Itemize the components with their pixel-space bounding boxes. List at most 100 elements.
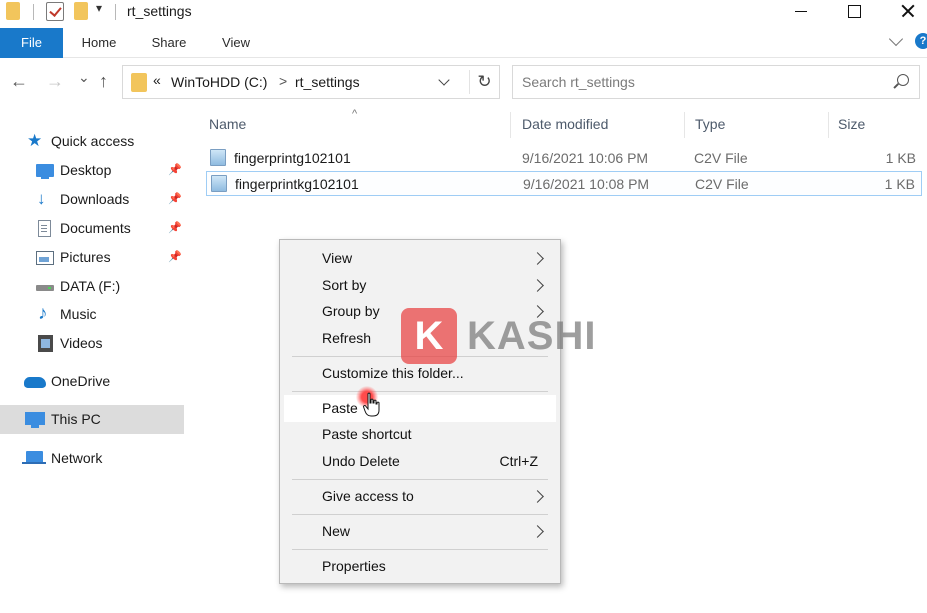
menu-item-paste-shortcut[interactable]: Paste shortcut [284, 421, 556, 448]
back-button[interactable]: ← [10, 72, 28, 90]
hand-cursor-icon [363, 392, 380, 417]
pin-icon[interactable]: 📌 [168, 251, 182, 263]
menu-item-paste[interactable]: Paste [284, 395, 556, 422]
menu-item-label: View [322, 250, 353, 266]
sidebar-item-label: Videos [60, 335, 103, 351]
sidebar-item-downloads[interactable]: ↓ Downloads 📌 [0, 185, 184, 214]
pc-icon [25, 412, 45, 428]
file-row[interactable]: fingerprintkg102101 9/16/2021 10:08 PM C… [206, 171, 922, 196]
sidebar-item-label: Network [51, 450, 103, 466]
menu-item-label: Properties [322, 558, 386, 574]
sidebar-item-desktop[interactable]: Desktop 📌 [0, 156, 184, 185]
column-divider[interactable] [510, 112, 511, 138]
c2v-file-icon [210, 149, 226, 166]
help-icon[interactable]: ? [915, 33, 927, 49]
search-icon[interactable] [897, 74, 909, 86]
column-header-date-modified[interactable]: Date modified [522, 116, 608, 132]
recent-locations-button[interactable]: ⌄ [78, 68, 90, 86]
menu-item-label: Undo Delete [322, 453, 400, 469]
new-folder-quick-icon[interactable] [74, 2, 88, 20]
close-button[interactable] [886, 0, 927, 27]
sidebar-item-label: Music [60, 306, 97, 322]
refresh-button[interactable]: ↻ [469, 70, 499, 94]
pin-icon[interactable]: 📌 [168, 193, 182, 205]
menu-separator [292, 514, 548, 515]
c2v-file-icon [211, 175, 227, 192]
menu-item-undo-delete[interactable]: Undo Delete Ctrl+Z [284, 448, 556, 475]
tab-view[interactable]: View [210, 28, 262, 58]
menu-separator [292, 549, 548, 550]
file-date-modified: 9/16/2021 10:06 PM [522, 150, 649, 166]
menu-item-sort-by[interactable]: Sort by [284, 272, 556, 299]
address-overflow[interactable]: « [153, 72, 161, 88]
column-divider[interactable] [684, 112, 685, 138]
menu-item-label: Refresh [322, 330, 372, 346]
search-box[interactable] [512, 65, 920, 99]
expand-ribbon-icon[interactable] [888, 31, 904, 47]
menu-item-view[interactable]: View [284, 245, 556, 272]
sidebar-item-pictures[interactable]: Pictures 📌 [0, 243, 184, 272]
menu-item-label: Paste shortcut [322, 426, 412, 442]
file-row[interactable]: fingerprintg102101 9/16/2021 10:06 PM C2… [206, 146, 922, 171]
breadcrumb-drive[interactable]: WinToHDD (C:) [171, 74, 267, 90]
sidebar-item-onedrive[interactable]: OneDrive [0, 367, 184, 396]
sidebar-item-network[interactable]: Network [0, 444, 184, 473]
sidebar-item-label: Documents [60, 220, 131, 236]
file-date-modified: 9/16/2021 10:08 PM [523, 176, 650, 192]
column-header-size[interactable]: Size [838, 116, 865, 132]
tab-file[interactable]: File [0, 28, 63, 58]
column-header-type[interactable]: Type [695, 116, 725, 132]
star-icon: ★ [27, 131, 43, 150]
tab-share[interactable]: Share [140, 28, 198, 58]
menu-item-new[interactable]: New [284, 518, 556, 545]
pin-icon[interactable]: 📌 [168, 164, 182, 176]
folder-icon [6, 2, 20, 20]
address-bar[interactable]: « WinToHDD (C:) > rt_settings ↻ [122, 65, 500, 99]
sidebar-item-data-drive[interactable]: DATA (F:) [0, 272, 184, 301]
search-input[interactable] [522, 72, 882, 92]
minimize-button[interactable] [777, 0, 823, 27]
sidebar-item-this-pc[interactable]: This PC [0, 405, 184, 434]
ribbon: File Home Share View [0, 28, 927, 58]
sidebar-item-label: Desktop [60, 162, 112, 178]
sidebar-item-quick-access[interactable]: ★ Quick access [0, 127, 184, 156]
sidebar-item-label: This PC [51, 411, 101, 427]
forward-button[interactable]: → [46, 72, 64, 90]
menu-item-shortcut: Ctrl+Z [499, 453, 539, 469]
address-dropdown-icon[interactable] [438, 74, 450, 86]
sidebar-item-videos[interactable]: Videos [0, 329, 184, 358]
download-icon: ↓ [37, 189, 46, 208]
documents-icon [38, 220, 51, 237]
maximize-button[interactable] [831, 0, 877, 27]
pin-icon[interactable]: 📌 [168, 222, 182, 234]
menu-item-give-access-to[interactable]: Give access to [284, 483, 556, 510]
up-button[interactable]: ↑ [99, 72, 108, 90]
properties-quick-icon[interactable] [46, 2, 64, 21]
context-menu: View Sort by Group by Refresh Customize … [279, 239, 561, 584]
sidebar-item-music[interactable]: ♪ Music [0, 300, 184, 329]
breadcrumb-folder[interactable]: rt_settings [295, 74, 360, 90]
menu-item-properties[interactable]: Properties [284, 553, 556, 580]
column-divider[interactable] [828, 112, 829, 138]
breadcrumb-separator[interactable]: > [279, 73, 287, 89]
sidebar-item-label: Quick access [51, 133, 135, 149]
sidebar-item-label: Pictures [60, 249, 111, 265]
menu-separator [292, 479, 548, 480]
menu-item-label: Give access to [322, 488, 414, 504]
tab-home[interactable]: Home [70, 28, 128, 58]
file-size: 1 KB [885, 150, 916, 166]
submenu-arrow-icon [531, 525, 544, 538]
pictures-icon [36, 251, 54, 265]
column-header-name[interactable]: Name [209, 116, 246, 132]
menu-item-label: Group by [322, 303, 380, 319]
sidebar-item-documents[interactable]: Documents 📌 [0, 214, 184, 243]
submenu-arrow-icon [531, 252, 544, 265]
menu-item-customize-folder[interactable]: Customize this folder... [284, 360, 556, 387]
window-title: rt_settings [127, 3, 192, 19]
file-name: fingerprintg102101 [234, 150, 351, 166]
quick-access-dropdown-icon[interactable]: ▾ [96, 1, 102, 15]
file-type: C2V File [694, 150, 748, 166]
submenu-arrow-icon [531, 279, 544, 292]
menu-item-label: Customize this folder... [322, 365, 464, 381]
title-bar: ▾ rt_settings [0, 0, 927, 27]
